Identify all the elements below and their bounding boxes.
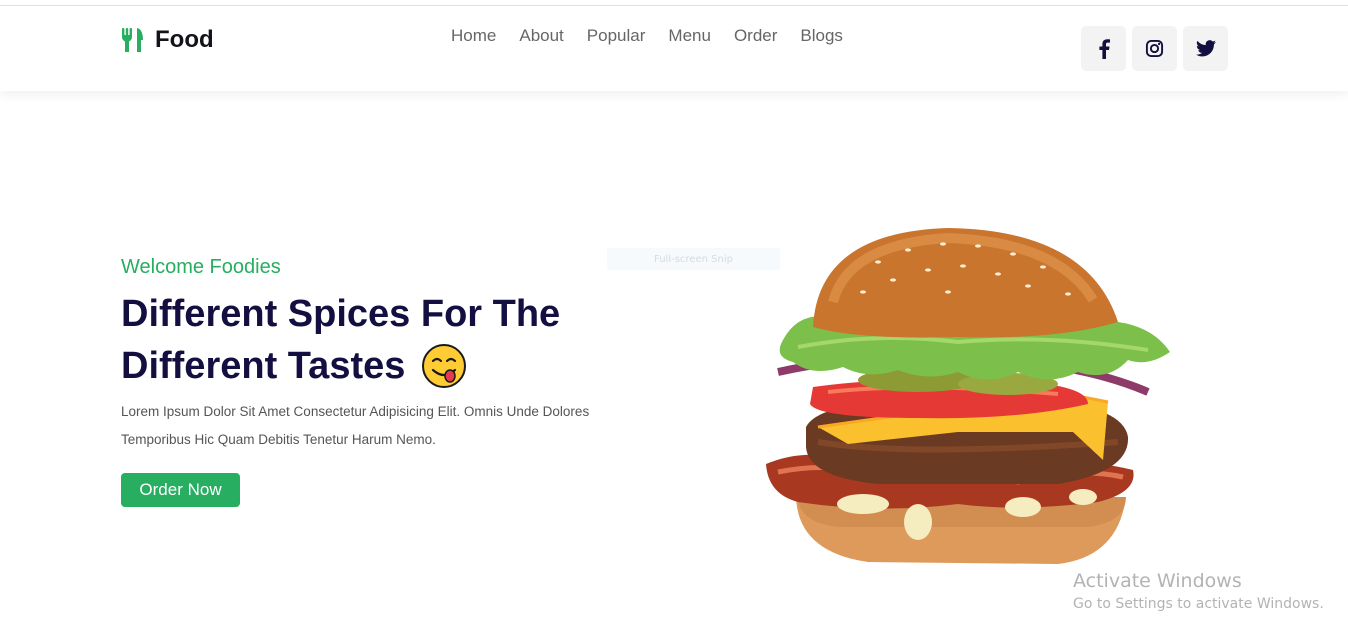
facebook-icon — [1098, 38, 1110, 59]
logo[interactable]: Food — [121, 26, 214, 54]
instagram-icon — [1145, 39, 1164, 58]
nav-order[interactable]: Order — [734, 26, 777, 46]
nav-menu[interactable]: Menu — [668, 26, 711, 46]
nav-about[interactable]: About — [519, 26, 563, 46]
hero-title-line2: Different Tastes — [121, 345, 406, 387]
social-links — [1081, 26, 1228, 71]
hero-title-line2-wrap: Different Tastes — [121, 340, 681, 392]
order-now-button[interactable]: Order Now — [121, 473, 240, 507]
burger-image — [766, 228, 1170, 564]
nav-home[interactable]: Home — [451, 26, 496, 46]
hero-description: Lorem Ipsum Dolor Sit Amet Consectetur A… — [121, 404, 590, 447]
facebook-button[interactable] — [1081, 26, 1126, 71]
snip-overlay: Full-screen Snip — [607, 248, 780, 270]
nav-popular[interactable]: Popular — [587, 26, 646, 46]
hero-subtitle: Welcome Foodies — [121, 256, 281, 278]
site-header: Food Home About Popular Menu Order Blogs — [0, 6, 1348, 91]
nav-blogs[interactable]: Blogs — [800, 26, 843, 46]
twitter-icon — [1195, 40, 1216, 57]
twitter-button[interactable] — [1183, 26, 1228, 71]
logo-text: Food — [155, 26, 214, 53]
hero-title: Different Spices For The Different Taste… — [121, 288, 681, 392]
activate-windows-watermark: Activate Windows Go to Settings to activ… — [1073, 570, 1324, 612]
activate-windows-title: Activate Windows — [1073, 570, 1242, 592]
utensils-icon — [122, 28, 143, 52]
hero-title-line1: Different Spices For The — [121, 293, 561, 335]
instagram-button[interactable] — [1132, 26, 1177, 71]
activate-windows-subtitle: Go to Settings to activate Windows. — [1073, 596, 1324, 612]
main-nav: Home About Popular Menu Order Blogs — [451, 26, 843, 46]
face-savoring-food-icon — [422, 344, 467, 388]
